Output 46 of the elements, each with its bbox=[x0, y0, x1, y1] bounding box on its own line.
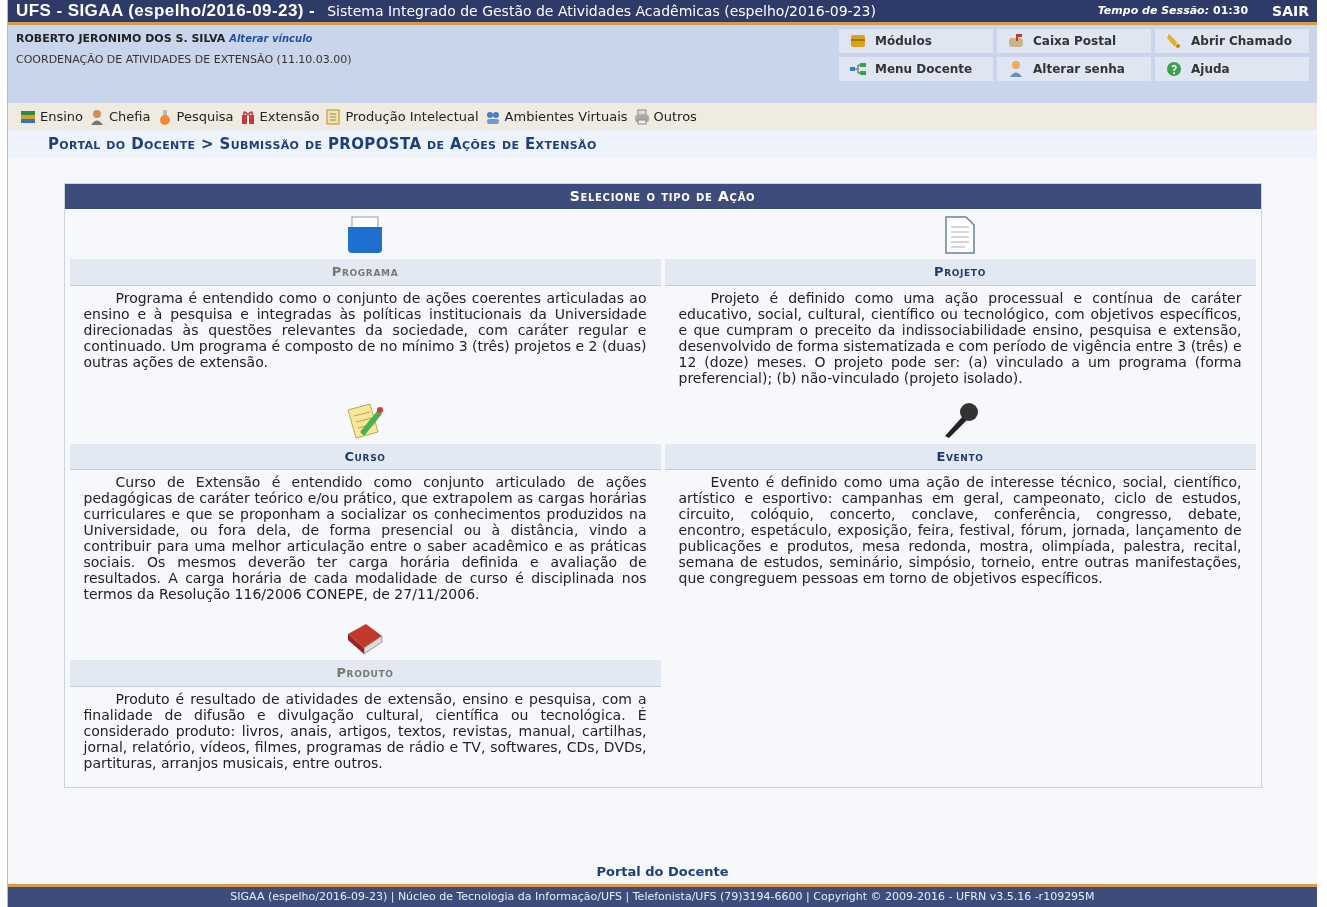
document-icon[interactable] bbox=[943, 215, 977, 255]
action-description: Evento é definido como uma ação de interesse técnico, social, científico, artístico e esportivo: campanhas em geral, campeonato, ciclo de estudos, circuito, colóquio, concerto, conclave, conferência, congresso, debate, encontro, espetáculo, exposição, feira, festival, fórum, jornada, lançamento de publicações e produtos, mesa redonda, mostra, olimpíada, palestra, recital, semana de estudos, seminário, simpósio, torneio, entre outras manifestações, que congreguem pessoas em torno de objetivos específicos. bbox=[677, 473, 1243, 588]
gift-icon bbox=[239, 108, 256, 125]
menu-item[interactable]: Produção Intelectual bbox=[325, 106, 479, 127]
system-subtitle: Sistema Integrado de Gestão de Atividades Acadêmicas (espelho/2016-09-23) bbox=[327, 1, 876, 21]
unit-name: COORDENAÇÃO DE ATIVIDADES DE EXTENSÃO (11.10.03.00) bbox=[16, 51, 352, 68]
action-heading-link[interactable]: Curso bbox=[69, 443, 661, 470]
menu-item[interactable]: Ensino bbox=[20, 106, 84, 127]
session-time: 01:30 bbox=[1213, 2, 1249, 19]
action-description: Curso de Extensão é entendido como conjunto articulado de ações pedagógicas de caráter teórico e/ou prático, que extrapolem as cargas horárias curriculares e que se proponham a socializar os conhecimentos produzidos na Universidade, ou fora dela, de forma presencial ou à distância, vindo a contribuir para uma melhor articulação entre o saber acadêmico e as práticas sociais. Os mesmos deverão ter carga horária definida e avaliação de resultados. A carga horária de cada modalidade de curso é disciplinada nos termos da Resolução 116/2006 CONEPE, de 27/11/2006. bbox=[82, 473, 648, 604]
menu-item[interactable]: Ambientes Virtuais bbox=[484, 106, 628, 127]
menu-item[interactable]: Outros bbox=[633, 106, 697, 127]
logout-link[interactable]: SAIR bbox=[1272, 0, 1309, 22]
portal-link[interactable]: Portal do Docente bbox=[596, 861, 729, 881]
action-heading-link[interactable]: Projeto bbox=[664, 259, 1256, 286]
disabled-action-heading: Programa bbox=[69, 259, 661, 286]
breadcrumb: Portal do Docente > Submissão de PROPOSTA de Ações de Extensão bbox=[8, 130, 1317, 158]
box-icon bbox=[849, 32, 867, 50]
menu-item[interactable]: Chefia bbox=[89, 106, 151, 127]
disabled-action-heading: Produto bbox=[69, 660, 661, 687]
shortcut-button[interactable]: Módulos bbox=[839, 29, 993, 53]
menu-item[interactable]: Pesquisa bbox=[156, 106, 234, 127]
system-title: UFS - SIGAA (espelho/2016-09-23) - bbox=[16, 0, 316, 23]
shortcut-button[interactable]: Alterar senha bbox=[997, 57, 1151, 81]
action-description: Produto é resultado de atividades de extensão, ensino e pesquisa, com a finalidade de difusão e divulgação cultural, científica ou tecnológica. É considerado produto: livros, anais, artigos, textos, revistas, manual, cartilhas, jornal, relatório, vídeos, filmes, programas de rádio e TV, softwares, CDs, DVDs, partituras, arranjos musicais, entre outros. bbox=[82, 689, 648, 773]
action-description: Programa é entendido como o conjunto de ações coerentes articuladas ao ensino e à pesquisa e integradas às políticas institucionais da Universidade direcionadas às questões relevantes da sociedade, com caráter regular e continuado. Um programa é composto de no mínimo 3 (três) projetos e 2 (duas) outras ações de extensão. bbox=[82, 288, 648, 372]
shortcut-button[interactable]: Abrir Chamado bbox=[1155, 29, 1309, 53]
shortcut-button[interactable]: Ajuda bbox=[1155, 57, 1309, 81]
help-icon bbox=[1165, 60, 1183, 78]
session-label: Tempo de Sessão: bbox=[1097, 2, 1210, 19]
user-name: ROBERTO JERONIMO DOS S. SILVA bbox=[16, 31, 226, 47]
document-icon bbox=[325, 108, 342, 125]
action-description: Projeto é definido como uma ação processual e contínua de caráter educativo, social, cultural, científico ou tecnológico, com objetivos específicos, e que cumpram o preceito da indissociabilidade ensino, pesquisa e extensão, desenvolvido de forma sistematizada e com período de vigência entre 3 (três) e 12 (doze) meses. O projeto pode ser: (a) vinculado a um programa (forma preferencial); (b) não-vinculado (projeto isolado). bbox=[677, 288, 1243, 388]
shortcut-button[interactable]: Menu Docente bbox=[839, 57, 993, 81]
tree-icon bbox=[849, 60, 867, 78]
person-icon bbox=[89, 108, 106, 125]
shortcut-button[interactable]: Caixa Postal bbox=[997, 29, 1151, 53]
change-link[interactable]: Alterar vínculo bbox=[229, 31, 313, 46]
person-icon bbox=[1007, 60, 1025, 78]
action-heading-link[interactable]: Evento bbox=[664, 443, 1256, 470]
menu-item[interactable]: Extensão bbox=[239, 106, 320, 127]
mailbox-icon bbox=[1007, 32, 1025, 50]
books-icon bbox=[20, 108, 36, 125]
printer-icon bbox=[633, 108, 650, 125]
footer-text: SIGAA (espelho/2016-09-23) | Núcleo de Tecnologia da Informação/UFS | Telefonista/UFS (79)3194-6600 | Copyright © 2009-2016 - UFRN v3.5.16 -r109295M bbox=[230, 888, 1095, 905]
panel-title: Selecione o tipo de Ação bbox=[64, 184, 1261, 209]
